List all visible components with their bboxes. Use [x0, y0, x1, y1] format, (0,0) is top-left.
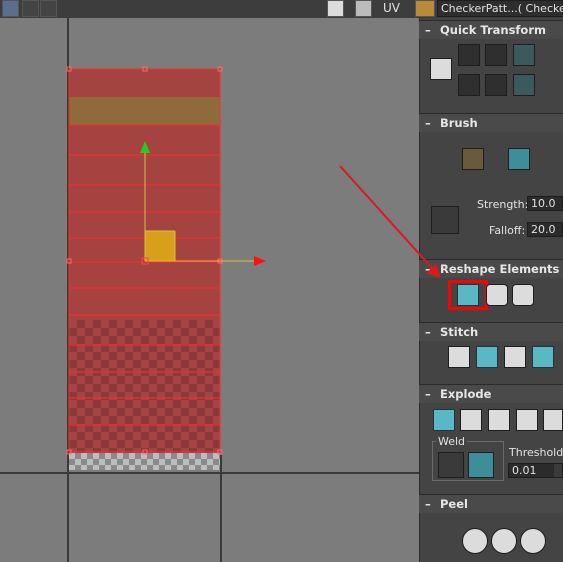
quick-transform-title: Quick Transform: [440, 23, 546, 37]
falloff-field[interactable]: 20.0: [527, 222, 563, 237]
checker-toggle-icon[interactable]: [327, 0, 344, 17]
stitch-header[interactable]: – Stitch: [419, 322, 563, 341]
material-name: CheckerPatt...( Checker ): [441, 2, 563, 15]
explode-title: Explode: [440, 387, 492, 401]
space-horizontal-icon[interactable]: [458, 74, 480, 96]
collapse-icon: –: [425, 23, 431, 37]
uv-olive-band: [69, 97, 220, 125]
peel-mode-icon[interactable]: [491, 528, 517, 554]
relax-icon[interactable]: [512, 284, 534, 306]
paint-brush-icon[interactable]: [462, 148, 484, 170]
falloff-label: Falloff:: [489, 224, 526, 237]
straighten-selection-icon[interactable]: [457, 284, 479, 306]
break-by-material-icon[interactable]: [488, 409, 510, 431]
top-toolbar: UV CheckerPatt...( Checker ): [0, 0, 563, 18]
toolbar-button-left-2[interactable]: [22, 0, 39, 17]
threshold-field[interactable]: 0.01: [508, 463, 563, 478]
break-by-uv-icon[interactable]: [516, 409, 538, 431]
brush-header[interactable]: – Brush: [419, 113, 563, 132]
peel-reset-icon[interactable]: [520, 528, 546, 554]
break-by-smoothing-icon[interactable]: [460, 409, 482, 431]
reshape-elements-title: Reshape Elements: [440, 262, 560, 276]
uv-checker-region: [69, 320, 220, 453]
peel-title: Peel: [440, 497, 468, 511]
weld-selected-icon[interactable]: [438, 452, 464, 478]
space-vertical-icon[interactable]: [485, 74, 507, 96]
stitch-title: Stitch: [440, 325, 479, 339]
weld-label: Weld: [436, 435, 468, 448]
uv-label[interactable]: UV: [383, 1, 400, 15]
align-vertical-icon[interactable]: [485, 44, 507, 66]
rotate-cw-icon[interactable]: [513, 74, 535, 96]
align-horizontal-icon[interactable]: [458, 44, 480, 66]
break-icon[interactable]: [543, 409, 563, 431]
strength-label: Strength:: [477, 198, 529, 211]
quick-transform-header[interactable]: – Quick Transform: [419, 20, 563, 39]
align-to-center-icon[interactable]: [430, 58, 452, 80]
explode-header[interactable]: – Explode: [419, 384, 563, 403]
spinner-arrows[interactable]: [554, 464, 562, 477]
brush-title: Brush: [440, 116, 478, 130]
uv-editor-viewport[interactable]: [0, 0, 419, 562]
uv-checker-gray-strip: [69, 453, 220, 470]
stitch-custom-icon[interactable]: [448, 346, 470, 368]
stitch-to-source-icon[interactable]: [532, 346, 554, 368]
relax-until-flat-icon[interactable]: [486, 284, 508, 306]
relax-brush-icon[interactable]: [508, 148, 530, 170]
strength-field[interactable]: 10.0: [527, 196, 563, 211]
rotate-ccw-icon[interactable]: [513, 44, 535, 66]
gizmo-x-arrow: [254, 256, 266, 266]
checker-material-icon[interactable]: [415, 0, 435, 17]
gizmo-center-square: [145, 231, 175, 261]
toolbar-button-left-1[interactable]: [2, 0, 19, 17]
material-dropdown[interactable]: CheckerPatt...( Checker ): [437, 0, 563, 17]
weld-all-selected-icon[interactable]: [468, 452, 494, 478]
uv-shell-canvas[interactable]: [0, 0, 419, 562]
toolbar-button-left-3[interactable]: [40, 0, 57, 17]
checker-alt-icon[interactable]: [355, 0, 372, 17]
falloff-curve-icon[interactable]: [431, 206, 459, 234]
peel-header[interactable]: – Peel: [419, 494, 563, 513]
stitch-to-target-icon[interactable]: [476, 346, 498, 368]
quick-peel-icon[interactable]: [462, 528, 488, 554]
threshold-label: Threshold:: [509, 446, 563, 459]
break-by-polygon-icon[interactable]: [433, 409, 455, 431]
reshape-elements-header[interactable]: – Reshape Elements: [419, 259, 563, 278]
stitch-average-icon[interactable]: [504, 346, 526, 368]
